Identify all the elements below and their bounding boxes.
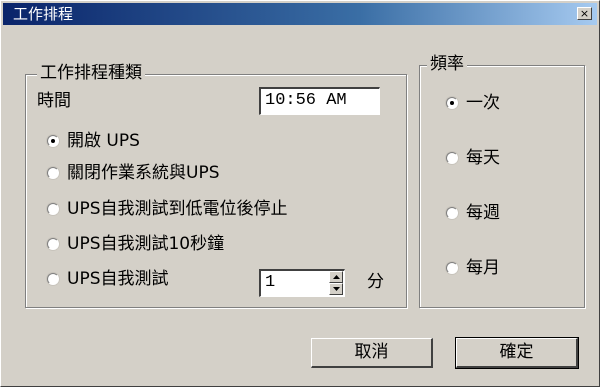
- radio-label: UPS自我測試到低電位後停止: [67, 199, 288, 219]
- radio-button[interactable]: [47, 167, 59, 179]
- ok-button[interactable]: 確定: [455, 337, 579, 369]
- window-title: 工作排程: [13, 5, 74, 23]
- radio-label: 每天: [466, 148, 500, 168]
- close-button[interactable]: ×: [577, 7, 592, 20]
- close-icon: ×: [579, 7, 590, 20]
- frequency-group: [419, 65, 585, 308]
- radio-label: 開啟 UPS: [67, 131, 140, 151]
- radio-self-test[interactable]: UPS自我測試: [47, 268, 169, 290]
- radio-button[interactable]: [446, 207, 458, 219]
- radio-label: UPS自我測試10秒鐘: [67, 234, 225, 254]
- time-label: 時間: [37, 91, 71, 111]
- minutes-value: 1: [265, 273, 276, 292]
- radio-button[interactable]: [47, 238, 59, 250]
- radio-button[interactable]: [47, 135, 59, 147]
- schedule-dialog: 工作排程 × 工作排程種類 時間 10:56 AM 開啟 UPS 關閉作業系統與…: [0, 0, 600, 387]
- arrow-down-icon: [333, 287, 340, 291]
- radio-button[interactable]: [47, 273, 59, 285]
- radio-button[interactable]: [446, 97, 458, 109]
- radio-turn-on-ups[interactable]: 開啟 UPS: [47, 130, 140, 152]
- arrow-up-icon: [333, 275, 340, 279]
- stepper-up-button[interactable]: [329, 271, 343, 283]
- minutes-stepper[interactable]: 1: [259, 269, 345, 297]
- frequency-group-label: 頻率: [427, 54, 467, 74]
- stepper-down-button[interactable]: [329, 283, 343, 295]
- radio-self-test-10-seconds[interactable]: UPS自我測試10秒鐘: [47, 233, 224, 255]
- radio-label: 每月: [466, 258, 500, 278]
- radio-frequency-once[interactable]: 一次: [446, 92, 500, 114]
- time-input[interactable]: 10:56 AM: [259, 87, 380, 115]
- radio-button[interactable]: [446, 152, 458, 164]
- cancel-button[interactable]: 取消: [311, 338, 433, 368]
- time-value: 10:56 AM: [265, 91, 347, 110]
- minutes-unit-label: 分: [367, 272, 384, 292]
- radio-self-test-to-low-battery[interactable]: UPS自我測試到低電位後停止: [47, 198, 288, 220]
- radio-frequency-weekly[interactable]: 每週: [446, 202, 500, 224]
- radio-frequency-monthly[interactable]: 每月: [446, 257, 500, 279]
- radio-button[interactable]: [446, 262, 458, 274]
- radio-label: 每週: [466, 203, 500, 223]
- schedule-type-group-label: 工作排程種類: [37, 63, 145, 83]
- radio-label: 一次: [466, 93, 500, 113]
- radio-button[interactable]: [47, 203, 59, 215]
- radio-label: UPS自我測試: [67, 269, 169, 289]
- radio-label: 關閉作業系統與UPS: [67, 163, 220, 183]
- radio-shutdown-os-and-ups[interactable]: 關閉作業系統與UPS: [47, 162, 220, 184]
- title-bar: 工作排程 ×: [3, 3, 597, 25]
- radio-frequency-daily[interactable]: 每天: [446, 147, 500, 169]
